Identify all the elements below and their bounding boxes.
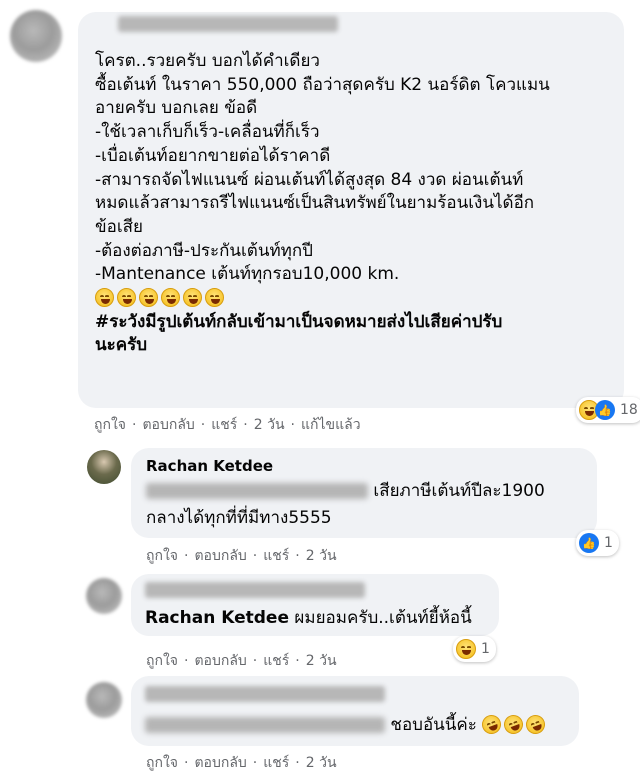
reply-line: ผมยอมครับ..เต้นท์ยี้ห้อนี้ [289,608,472,628]
reply-button[interactable]: ตอบกลับ [194,650,246,672]
separator-dot: · [295,653,300,669]
comment-line: -สามารถจัดไฟแนนซ์ ผ่อนเต้นท์ได้สูงสุด 84… [95,169,524,190]
comment-line: -ต้องต่อภาษี-ประกันเต้นท์ทุกปี [95,240,313,261]
timestamp[interactable]: 2 วัน [254,414,285,436]
separator-dot: · [252,548,258,564]
share-button[interactable]: แชร์ [263,545,289,567]
blurred-mention [146,483,368,499]
reply-text: Rachan Ketdee ผมยอมครับ..เต้นท์ยี้ห้อนี้ [145,607,472,631]
mention-link[interactable]: Rachan Ketdee [145,608,289,628]
tears-of-joy-emoji-icon [183,288,202,308]
reply-actions: ถูกใจ · ตอบกลับ · แชร์ · 2 วัน [146,545,337,567]
reply-button[interactable]: ตอบกลับ [194,752,246,772]
like-reaction-icon: 👍 [595,400,615,420]
reaction-count: 1 [481,641,490,657]
separator-dot: · [252,755,258,771]
edited-label[interactable]: แก้ไขแล้ว [301,414,361,436]
tears-of-joy-emoji-icon [117,288,136,308]
reply-line: กลางได้ทุกที่ที่มีทาง5555 [146,508,332,528]
avatar[interactable] [10,10,62,62]
reply-bubble: Rachan Ketdee ผมยอมครับ..เต้นท์ยี้ห้อนี้ [131,574,499,636]
timestamp[interactable]: 2 วัน [306,545,337,567]
timestamp[interactable]: 2 วัน [306,650,337,672]
reply-button[interactable]: ตอบกลับ [194,545,246,567]
haha-reaction-icon [456,639,476,659]
comment-line: โครต..รวยครับ บอกได้คำเดียว [95,51,320,71]
reply-line: ชอบอันนี้ค่ะ [390,715,477,735]
like-reaction-icon: 👍 [579,533,599,553]
comment-line: -Mantenance เต้นท์ทุกรอบ10,000 km. [95,264,400,285]
tears-of-joy-emoji-icon [95,288,114,308]
separator-dot: · [184,653,189,669]
blurred-mention [145,717,385,733]
separator-dot: · [184,548,189,564]
tears-of-joy-emoji-icon [161,288,180,308]
separator-dot: · [295,548,300,564]
separator-dot: · [184,755,189,771]
separator-dot: · [243,417,248,433]
comment-line: -ใช้เวลาเก็บก็เร็ว-เคลื่อนที่ก็เร็ว [95,122,320,143]
like-button[interactable]: ถูกใจ [146,650,178,672]
avatar[interactable] [86,578,122,614]
separator-dot: · [295,755,300,771]
avatar[interactable] [86,682,122,718]
reply-author[interactable]: Rachan Ketdee [146,457,273,475]
comment-actions: ถูกใจ · ตอบกลับ · แชร์ · 2 วัน · แก้ไขแล… [94,414,361,436]
share-button[interactable]: แชร์ [263,752,289,772]
separator-dot: · [290,417,295,433]
comment-line: อายครับ บอกเลย ข้อดี [95,98,258,119]
avatar[interactable] [87,450,121,484]
share-button[interactable]: แชร์ [263,650,289,672]
reply-text: ชอบอันนี้ค่ะ [145,712,548,738]
reply-actions: ถูกใจ · ตอบกลับ · แชร์ · 2 วัน [146,650,337,672]
rolling-laughing-emoji-icon [501,712,526,737]
comment-line: ซื้อเต้นท์ ในราคา 550,000 ถือว่าสุดครับ … [95,74,550,95]
hashtag-continued[interactable]: นะครับ [95,334,550,358]
separator-dot: · [200,417,206,433]
author-name-blurred[interactable] [118,16,338,32]
separator-dot: · [132,417,137,433]
author-name-blurred[interactable] [145,582,365,598]
reaction-count: 18 [620,402,638,418]
reply-text: เสียภาษีเต้นท์ปีละ1900 [146,480,545,504]
share-button[interactable]: แชร์ [211,414,237,436]
comment-line: ข้อเสีย [95,216,143,237]
rolling-laughing-emoji-icon [523,712,548,737]
like-button[interactable]: ถูกใจ [146,545,178,567]
comment-line: -เบื่อเต้นท์อยากขายต่อได้ราคาดี [95,145,331,166]
reply-actions: ถูกใจ · ตอบกลับ · แชร์ · 2 วัน [146,752,337,772]
comment-text: โครต..รวยครับ บอกได้คำเดียว ซื้อเต้นท์ ใ… [95,50,550,358]
timestamp[interactable]: 2 วัน [306,752,337,772]
reply-bubble: Rachan Ketdee เสียภาษีเต้นท์ปีละ1900 กลา… [131,448,597,538]
reaction-summary[interactable]: 👍 1 [576,530,619,556]
emoji-row [95,287,550,311]
separator-dot: · [252,653,258,669]
like-button[interactable]: ถูกใจ [146,752,178,772]
author-name-blurred[interactable] [145,686,385,702]
reaction-summary[interactable]: 1 [453,636,496,662]
hashtag[interactable]: #ระวังมีรูปเต้นท์กลับเข้ามาเป็นจดหมายส่ง… [95,311,550,335]
reply-bubble: ชอบอันนี้ค่ะ [131,676,579,746]
like-button[interactable]: ถูกใจ [94,414,126,436]
reaction-summary[interactable]: 👍 18 [576,397,640,423]
rolling-laughing-emoji-icon [479,712,504,737]
tears-of-joy-emoji-icon [205,288,224,308]
reply-button[interactable]: ตอบกลับ [142,414,194,436]
comment-bubble: โครต..รวยครับ บอกได้คำเดียว ซื้อเต้นท์ ใ… [78,12,624,408]
tears-of-joy-emoji-icon [139,288,158,308]
reply-line: เสียภาษีเต้นท์ปีละ1900 [373,481,545,501]
reaction-count: 1 [604,535,613,551]
comment-line: หมดแล้วสามารถรีไฟแนนซ์เป็นสินทรัพย์ในยาม… [95,193,535,214]
